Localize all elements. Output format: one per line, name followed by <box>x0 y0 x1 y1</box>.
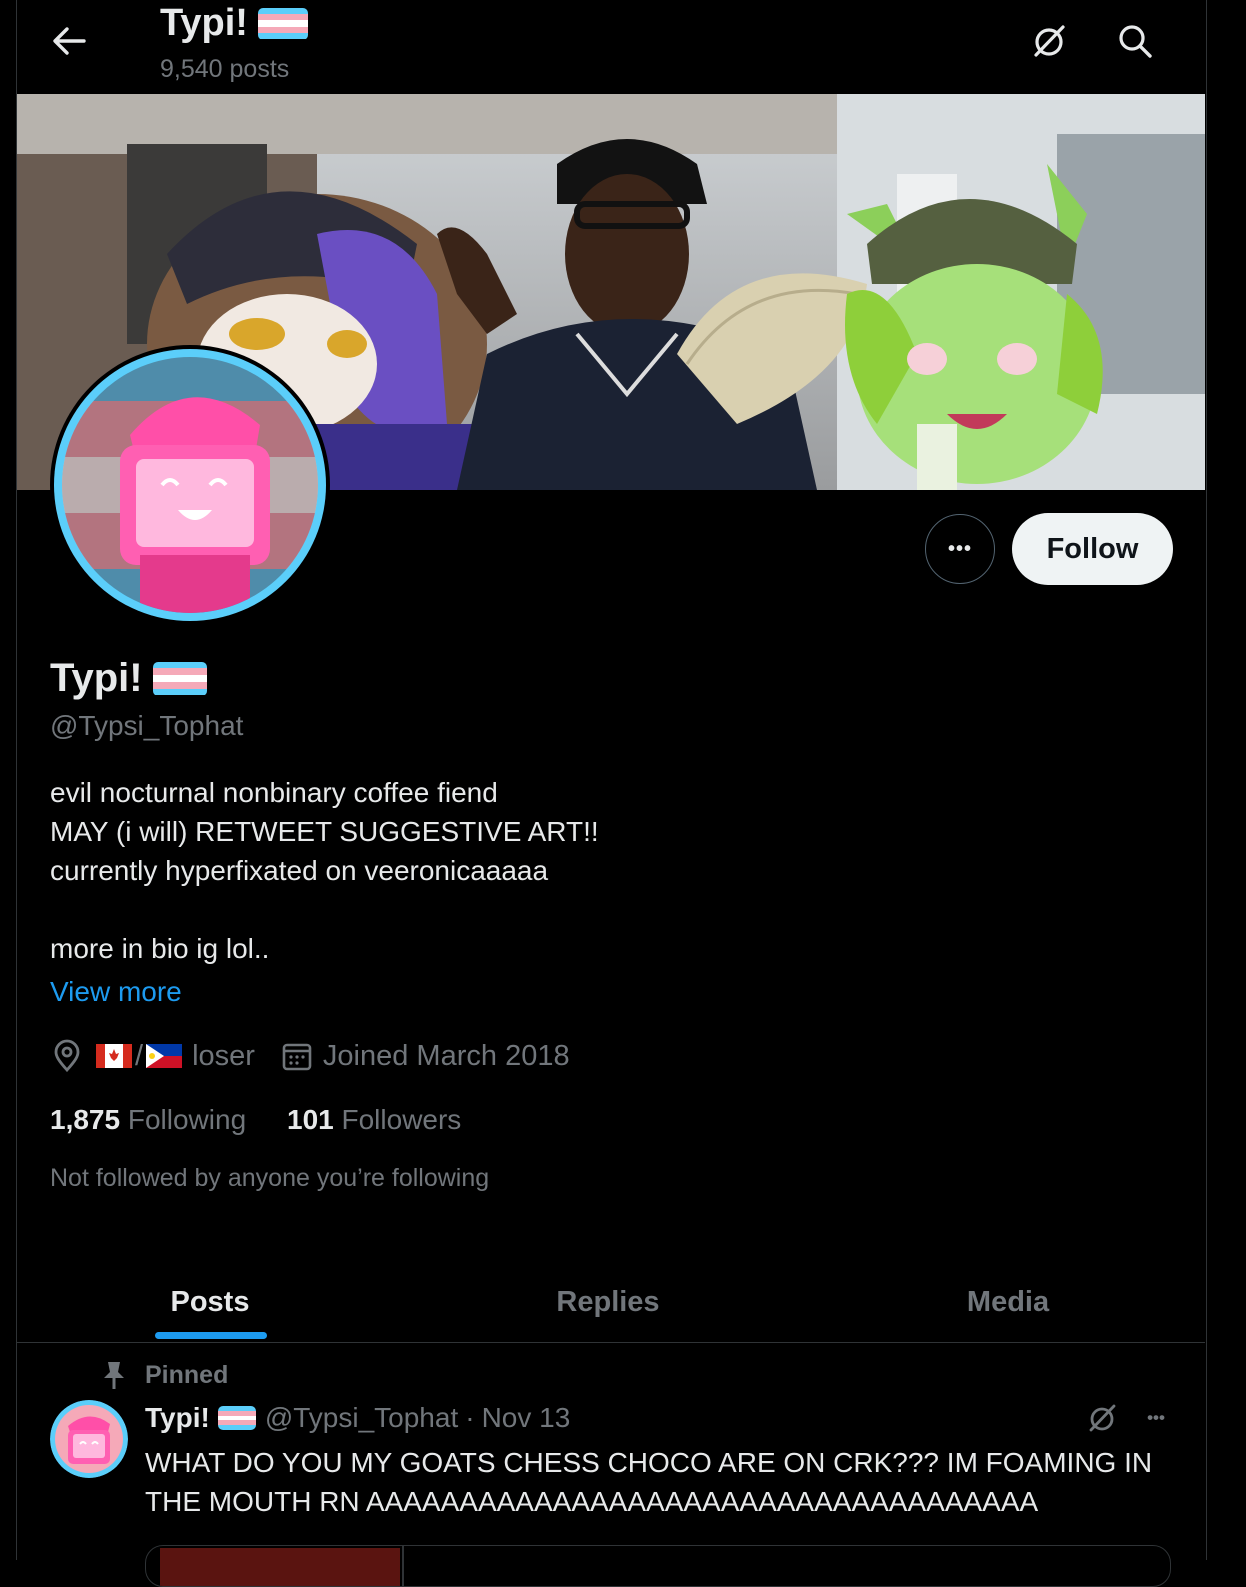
bio-line: MAY (i will) RETWEET SUGGESTIVE ART!! <box>50 816 599 847</box>
tab-replies[interactable]: Replies <box>410 1262 806 1342</box>
post-more-button[interactable]: ••• <box>1133 1400 1179 1436</box>
pin-icon <box>104 1362 124 1389</box>
profile-bio: evil nocturnal nonbinary coffee fiend MA… <box>50 773 599 968</box>
post-grok-button[interactable] <box>1082 1398 1122 1438</box>
canada-flag-icon <box>96 1044 132 1068</box>
media-image <box>160 1548 400 1586</box>
trans-flag-icon <box>217 1406 256 1430</box>
calendar-icon <box>282 1043 312 1071</box>
philippines-flag-icon <box>146 1044 183 1068</box>
followers-count: 101 <box>287 1104 334 1135</box>
bio-line: currently hyperfixated on veeronicaaaaa <box>50 855 549 886</box>
location-icon <box>54 1039 80 1073</box>
not-followed-note: Not followed by anyone you’re following <box>50 1164 490 1192</box>
joined-date: Joined March 2018 <box>322 1039 570 1072</box>
header-name: Typi! <box>160 2 248 44</box>
grok-icon <box>1034 25 1065 57</box>
view-more-link[interactable]: View more <box>50 976 182 1008</box>
bio-line: evil nocturnal nonbinary coffee fiend <box>50 777 498 808</box>
back-arrow-icon <box>53 27 86 55</box>
location-separator: / <box>135 1039 144 1072</box>
active-tab-indicator <box>155 1332 267 1339</box>
media-divider <box>402 1546 404 1586</box>
bio-line: more in bio ig lol.. <box>50 933 270 964</box>
pinned-label: Pinned <box>145 1360 229 1389</box>
post-date[interactable]: Nov 13 <box>482 1402 571 1434</box>
search-icon <box>1119 25 1152 58</box>
more-options-button[interactable]: ••• <box>925 514 995 584</box>
grok-button[interactable] <box>1026 18 1072 64</box>
post-media-preview[interactable] <box>145 1545 1171 1587</box>
following-count: 1,875 <box>50 1104 121 1135</box>
grok-icon <box>1089 1404 1116 1432</box>
following-link[interactable]: 1,875 Following <box>50 1104 246 1136</box>
avatar-container[interactable] <box>50 345 330 625</box>
more-icon: ••• <box>1147 1408 1165 1427</box>
tabs-divider <box>17 1342 1205 1343</box>
trans-flag-icon <box>152 661 207 696</box>
post-author-name[interactable]: Typi! <box>145 1402 210 1434</box>
more-icon: ••• <box>947 537 972 560</box>
profile-handle: @Typsi_Tophat <box>50 710 244 741</box>
avatar <box>54 349 326 621</box>
location-text: loser <box>192 1039 255 1072</box>
post-text-line: WHAT DO YOU MY GOATS CHESS CHOCO ARE ON … <box>145 1447 1153 1478</box>
follow-label: Follow <box>1046 532 1139 565</box>
post-avatar[interactable] <box>50 1400 128 1478</box>
header-posts-count: 9,540 posts <box>160 55 290 83</box>
tab-label: Media <box>966 1285 1050 1318</box>
profile-name-row: Typi! <box>50 656 207 701</box>
following-label: Following <box>127 1104 247 1135</box>
post-avatar-image <box>50 1400 128 1478</box>
back-button[interactable] <box>46 18 92 64</box>
display-name: Typi! <box>50 656 143 700</box>
search-button[interactable] <box>1112 18 1158 64</box>
profile-meta-row: / loser Joined March 2018 <box>50 1036 570 1076</box>
post-handle[interactable]: @Typsi_Tophat <box>265 1402 458 1434</box>
header-title: Typi! <box>160 2 308 45</box>
post-text: WHAT DO YOU MY GOATS CHESS CHOCO ARE ON … <box>145 1443 1152 1521</box>
pinned-indicator: Pinned <box>100 1358 228 1392</box>
post-separator: · <box>465 1402 475 1433</box>
trans-flag-icon <box>257 7 308 40</box>
followers-label: Followers <box>341 1104 462 1135</box>
post-text-line: THE MOUTH RN AAAAAAAAAAAAAAAAAAAAAAAAAAA… <box>145 1486 1039 1517</box>
tab-media[interactable]: Media <box>810 1262 1206 1342</box>
tab-label: Replies <box>556 1285 660 1318</box>
tab-posts[interactable]: Posts <box>17 1262 403 1342</box>
tab-label: Posts <box>170 1285 250 1318</box>
followers-link[interactable]: 101 Followers <box>287 1104 461 1136</box>
follow-button[interactable]: Follow <box>1012 513 1173 585</box>
post-header: Typi! @Typsi_Tophat · Nov 13 <box>145 1400 570 1436</box>
